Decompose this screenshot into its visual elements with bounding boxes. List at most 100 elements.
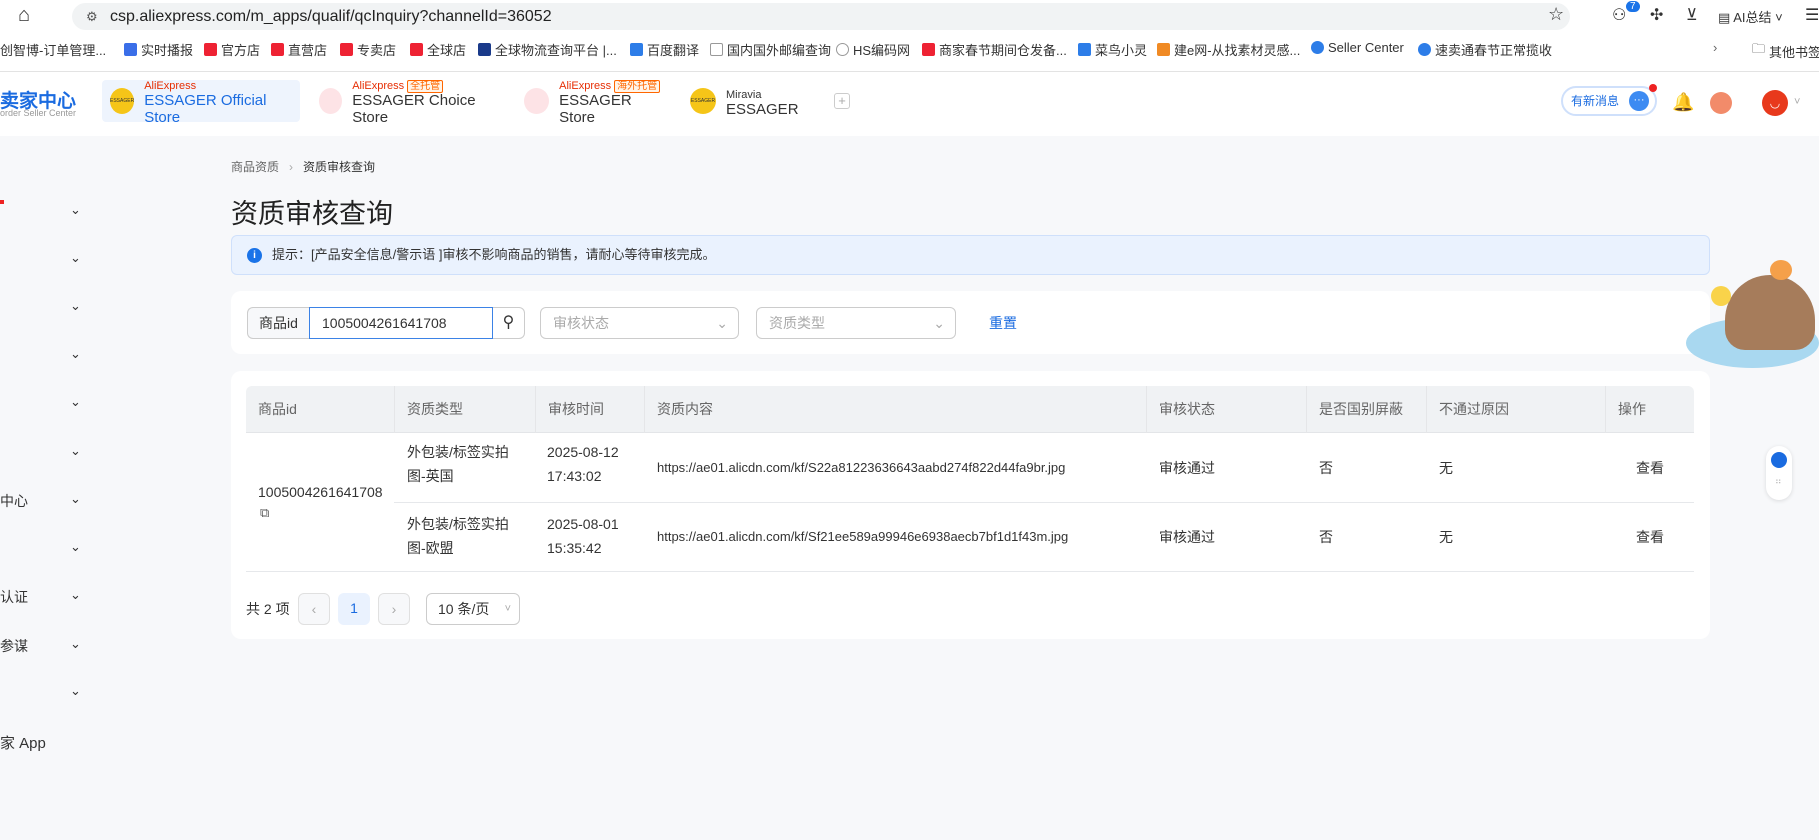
sidebar-seller-app[interactable]: 家 App	[0, 732, 46, 753]
bookmark-icon	[1157, 43, 1170, 56]
sidebar-item-6-chevron-icon[interactable]: ⌄	[70, 491, 90, 511]
bookmark[interactable]: 全球物流查询平台 |...	[478, 40, 617, 59]
audit-status-select[interactable]: 审核状态 ⌄	[540, 307, 739, 339]
bookmark-icon	[204, 43, 217, 56]
bookmarks-overflow-chevron[interactable]: ›	[1713, 40, 1717, 55]
audit-time-cell: 2025-08-12 17:43:02	[547, 444, 619, 484]
bookmark[interactable]: HS编码网	[836, 40, 910, 59]
sidebar-item-9-chevron-icon[interactable]: ⌄	[70, 636, 90, 656]
bookmark[interactable]: 官方店	[204, 40, 260, 59]
bookmark[interactable]: 百度翻译	[630, 40, 699, 59]
sidebar-item-0-chevron-icon[interactable]: ⌄	[70, 202, 90, 222]
sidebar-item-10-chevron-icon[interactable]: ⌄	[70, 683, 90, 703]
ai-summary-button[interactable]: ▤ AI总结 ˅	[1718, 7, 1783, 26]
bookmark-icon	[1078, 43, 1091, 56]
country-blocked-cell: 否	[1319, 529, 1333, 545]
avatar[interactable]: ◡	[1762, 90, 1788, 116]
menu-icon[interactable]: ☰	[1805, 5, 1819, 25]
planet-icon[interactable]	[1710, 92, 1732, 114]
sidebar-item-label[interactable]: 认证	[0, 587, 28, 607]
site-settings-icon[interactable]: ⚙	[86, 3, 98, 30]
bookmark[interactable]: 直营店	[271, 40, 327, 59]
qualification-type-select[interactable]: 资质类型 ⌄	[756, 307, 956, 339]
bookmark[interactable]: Seller Center	[1311, 40, 1404, 55]
star-icon[interactable]: ☆	[1548, 4, 1564, 25]
store-brand: AliExpress	[352, 80, 405, 92]
drag-handle-icon[interactable]: ⠶	[1775, 476, 1782, 487]
other-bookmarks[interactable]: 🗀 其他书签	[1752, 40, 1819, 62]
sidebar-item-3-chevron-icon[interactable]: ⌄	[70, 346, 90, 366]
bookmark-icon	[922, 43, 935, 56]
sidebar-item-2-chevron-icon[interactable]: ⌄	[70, 298, 90, 318]
bookmark-label: 官方店	[221, 43, 261, 58]
info-alert: i 提示：[产品安全信息/警示语 ]审核不影响商品的销售，请耐心等待审核完成。	[231, 235, 1710, 275]
puzzle-icon[interactable]: ✣	[1650, 5, 1663, 25]
qualification-type-cell: 外包装/标签实拍图-欧盟	[407, 516, 509, 556]
bookmark[interactable]: 全球店	[410, 40, 466, 59]
column-header: 操作	[1605, 386, 1646, 433]
bookmark[interactable]: 国内国外邮编查询	[710, 40, 831, 59]
extension-icon[interactable]: ⚇	[1612, 5, 1626, 25]
next-page-button[interactable]: ›	[378, 593, 410, 625]
column-header: 不通过原因	[1426, 386, 1509, 433]
sidebar-item-4-chevron-icon[interactable]: ⌄	[70, 394, 90, 414]
sidebar-item-1-chevron-icon[interactable]: ⌄	[70, 250, 90, 270]
account-chevron-icon[interactable]: ˅	[1794, 96, 1800, 108]
home-icon[interactable]: ⌂	[18, 4, 30, 27]
store-logo	[524, 88, 550, 114]
add-store-icon[interactable]: +	[834, 93, 850, 109]
audit-status-cell: 审核通过	[1159, 460, 1215, 476]
mascot-duck	[1711, 286, 1731, 306]
address-bar[interactable]: ⚙ csp.aliexpress.com/m_apps/qualif/qcInqu…	[72, 3, 1570, 30]
chevron-down-icon: ⌄	[933, 315, 945, 331]
bookmark-label: 建e网-从找素材灵感...	[1174, 43, 1301, 58]
bookmark[interactable]: 商家春节期间仓发备...	[922, 40, 1067, 59]
qualification-content-link[interactable]: https://ae01.alicdn.com/kf/Sf21ee589a999…	[657, 525, 1068, 549]
bookmark-icon	[124, 43, 137, 56]
qualification-content-link[interactable]: https://ae01.alicdn.com/kf/S22a812236366…	[657, 456, 1065, 480]
bookmark[interactable]: 速卖通春节正常揽收	[1418, 40, 1552, 59]
product-id-input[interactable]: 1005004261641708	[309, 307, 493, 339]
chevron-down-icon: ˅	[504, 603, 511, 615]
store-logo: ESSAGER	[690, 88, 716, 114]
store-tab-overseas[interactable]: AliExpress 海外托管 ESSAGER Store	[516, 80, 676, 126]
search-icon[interactable]: ⚲	[493, 307, 525, 339]
store-tab-miravia[interactable]: ESSAGER Miravia ESSAGER	[682, 80, 812, 122]
store-logo	[319, 88, 343, 114]
prev-page-button[interactable]: ‹	[298, 593, 330, 625]
view-button[interactable]: 查看	[1636, 525, 1664, 549]
bell-icon[interactable]: 🔔	[1672, 92, 1694, 113]
bookmark-label: Seller Center	[1328, 40, 1404, 55]
sidebar-item-label[interactable]: 中心	[0, 491, 28, 511]
store-name: ESSAGER Store	[559, 92, 632, 126]
alert-text: 提示：[产品安全信息/警示语 ]审核不影响商品的销售，请耐心等待审核完成。	[272, 247, 716, 262]
page-1-button[interactable]: 1	[338, 593, 370, 625]
chat-icon: ···	[1629, 91, 1649, 111]
page-size-label: 10 条/页	[438, 601, 490, 617]
bookmark[interactable]: 实时播报	[124, 40, 193, 59]
bookmark[interactable]: 创智博-订单管理...	[0, 40, 106, 59]
store-tab-official[interactable]: ESSAGER AliExpress ESSAGER Official Store	[102, 80, 300, 126]
sidebar-item-label[interactable]: 参谋	[0, 636, 28, 656]
reset-button[interactable]: 重置	[989, 313, 1017, 333]
download-icon[interactable]: ⊻	[1686, 5, 1698, 25]
column-header: 商品id	[258, 401, 297, 417]
bookmark[interactable]: 建e网-从找素材灵感...	[1157, 40, 1300, 59]
unread-dot	[1649, 84, 1657, 92]
breadcrumb-item[interactable]: 商品资质	[231, 160, 279, 174]
row-divider	[394, 502, 1694, 503]
store-tab-choice[interactable]: AliExpress 全托管 ESSAGER Choice Store	[311, 80, 506, 126]
sidebar-item-8-chevron-icon[interactable]: ⌄	[70, 587, 90, 607]
view-button[interactable]: 查看	[1636, 456, 1664, 480]
mascot-capybara-icon[interactable]	[1725, 275, 1815, 350]
copy-icon[interactable]: ⧉	[260, 505, 269, 521]
new-message-button[interactable]: 有新消息 ···	[1561, 84, 1657, 116]
floating-assistant[interactable]: ⠶	[1766, 446, 1792, 500]
bookmark[interactable]: 菜鸟小灵	[1078, 40, 1147, 59]
audit-status-cell: 审核通过	[1159, 529, 1215, 545]
bookmark-label: 全球物流查询平台 |...	[495, 43, 617, 58]
bookmark[interactable]: 专卖店	[340, 40, 396, 59]
sidebar-item-5-chevron-icon[interactable]: ⌄	[70, 443, 90, 463]
page-size-select[interactable]: 10 条/页 ˅	[426, 593, 520, 625]
sidebar-item-7-chevron-icon[interactable]: ⌄	[70, 539, 90, 559]
